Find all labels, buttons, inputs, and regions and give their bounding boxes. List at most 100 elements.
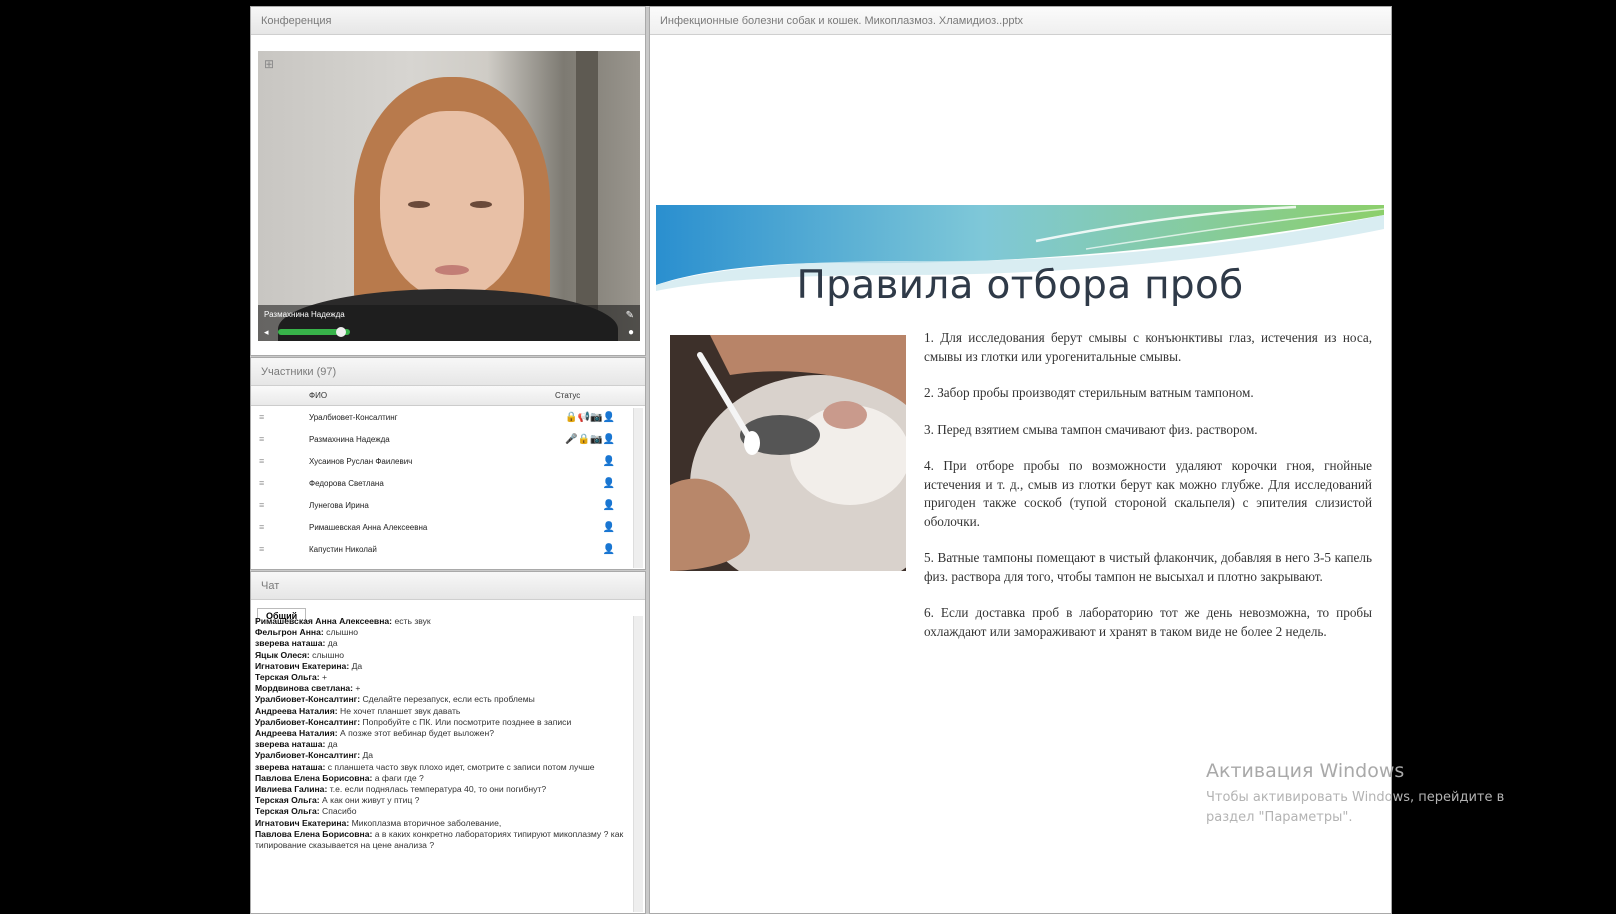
participants-title: Участники (97) <box>251 358 645 386</box>
chat-author: Андреева Наталия: <box>255 705 338 716</box>
chat-text: + <box>355 683 361 694</box>
windows-activation-watermark: Активация Windows Чтобы активировать Win… <box>1206 760 1504 828</box>
chat-panel: Чат Общий Римашевская Анна Алексеевна: е… <box>250 571 646 914</box>
watermark-title: Активация Windows <box>1206 760 1405 782</box>
presentation-file-title: Инфекционные болезни собак и кошек. Мико… <box>650 7 1391 35</box>
slide-item-1: 1. Для исследования берут смывы с конъюн… <box>924 330 1372 364</box>
expand-icon[interactable]: ⊞ <box>264 57 274 71</box>
chat-message: Игнатович Екатерина: Да <box>255 661 629 672</box>
table-row[interactable]: ≡ Римашевская Анна Алексеевна 👤 <box>251 516 645 538</box>
column-name[interactable]: ФИО <box>309 391 555 400</box>
chat-author: Уралбиовет-Консалтинг: <box>255 694 361 705</box>
conference-panel: Конференция ⊞ Размахнина Надежда ◂ ✎ ● <box>250 6 646 356</box>
participants-panel: Участники (97) ФИО Статус ≡ Уралбиовет-Ко… <box>250 357 646 570</box>
slide-item-5: 5. Ватные тампоны помещают в чистый флак… <box>924 550 1372 584</box>
chat-text: да <box>327 739 338 750</box>
table-row[interactable]: ≡ Уралбиовет-Консалтинг 🔒📢📷👤 <box>251 406 645 428</box>
row-handle-icon: ≡ <box>259 544 265 554</box>
participants-scrollbar[interactable] <box>633 408 643 568</box>
chat-message: Фельгрон Анна: слышно <box>255 627 629 638</box>
participant-status-icons[interactable]: 👤 <box>555 456 615 467</box>
chat-author: Терская Ольга: <box>255 806 320 817</box>
participant-status-icons[interactable]: 👤 <box>555 478 615 489</box>
chat-message: зверева наташа: да <box>255 638 629 649</box>
row-handle-icon: ≡ <box>259 456 265 466</box>
slide-item-2: 2. Забор пробы производят стерильным ват… <box>924 385 1254 400</box>
chat-author: Римашевская Анна Алексеевна: <box>255 616 393 626</box>
table-row[interactable]: ≡ Размахнина Надежда 🎤🔒📷👤 <box>251 428 645 450</box>
chat-message: Игнатович Екатерина: Микоплазма вторично… <box>255 818 629 829</box>
chat-author: Андреева Наталия: <box>255 728 338 739</box>
row-handle-icon: ≡ <box>259 478 265 488</box>
chat-text: Да <box>351 660 363 671</box>
table-row[interactable]: ≡ Федорова Светлана 👤 <box>251 472 645 494</box>
chat-message: Андреева Наталия: А позже этот вебинар б… <box>255 728 629 739</box>
chat-text: Спасибо <box>322 806 357 817</box>
chat-text: А как они живут у птиц ? <box>322 795 420 806</box>
speaker-volume-icon[interactable]: ◂ <box>264 327 269 338</box>
chat-message: Терская Ольга: + <box>255 672 629 683</box>
participant-name: Лунегова Ирина <box>309 500 369 510</box>
watermark-line: раздел "Параметры". <box>1206 810 1353 825</box>
video-background-door <box>576 51 598 341</box>
chat-author: зверева наташа: <box>255 761 326 772</box>
participant-status-icons[interactable]: 🎤🔒📷👤 <box>555 434 615 445</box>
chat-author: Павлова Елена Борисовна: <box>255 828 373 839</box>
participants-list: ≡ Уралбиовет-Консалтинг 🔒📢📷👤 ≡ Размахнина Н… <box>251 406 645 560</box>
chat-author: зверева наташа: <box>255 638 326 649</box>
camera-icon[interactable]: ● <box>628 327 634 338</box>
chat-author: Мордвинова светлана: <box>255 683 354 694</box>
chat-author: Ивлиева Галина: <box>255 784 328 795</box>
row-handle-icon: ≡ <box>259 500 265 510</box>
chat-text: Попробуйте с ПК. Или посмотрите позднее … <box>362 716 572 727</box>
chat-message: Павлова Елена Борисовна: а фаги где ? <box>255 773 629 784</box>
table-row[interactable]: ≡ Лунегова Ирина 👤 <box>251 494 645 516</box>
chat-message: Ивлиева Галина: т.е. если поднялась темп… <box>255 784 629 795</box>
chat-author: Игнатович Екатерина: <box>255 660 350 671</box>
chat-message: Яцык Олеся: слышно <box>255 650 629 661</box>
speaker-eye <box>470 201 492 208</box>
chat-text: Микоплазма вторичное заболевание, <box>351 817 502 828</box>
chat-text: есть звук <box>394 616 431 626</box>
volume-slider-handle[interactable] <box>336 327 346 337</box>
participant-status-icons[interactable]: 👤 <box>555 500 615 511</box>
watermark-line: Чтобы активировать Windows, перейдите в <box>1206 790 1505 805</box>
slide: Правила отбора проб 1. Для исследования … <box>656 205 1384 747</box>
chat-message: Терская Ольга: А как они живут у птиц ? <box>255 795 629 806</box>
chat-text: слышно <box>312 649 345 660</box>
chat-text: А позже этот вебинар будет выложен? <box>339 728 494 739</box>
chat-author: зверева наташа: <box>255 739 326 750</box>
video-feed[interactable]: ⊞ Размахнина Надежда ◂ ✎ ● <box>258 51 640 341</box>
participant-status-icons[interactable]: 👤 <box>555 522 615 533</box>
chat-message: зверева наташа: с планшета часто звук пл… <box>255 762 629 773</box>
participant-name: Хусаинов Руслан Фаилевич <box>309 456 413 466</box>
chat-text: т.е. если поднялась температура 40, то о… <box>329 784 547 795</box>
chat-text: Да <box>362 750 374 761</box>
participant-status-icons[interactable]: 🔒📢📷👤 <box>555 412 615 423</box>
table-row[interactable]: ≡ Капустин Николай 👤 <box>251 538 645 560</box>
chat-text: слышно <box>326 627 359 638</box>
speaker-mouth <box>435 265 469 275</box>
chat-message: Терская Ольга: Спасибо <box>255 806 629 817</box>
chat-log[interactable]: Римашевская Анна Алексеевна: есть звук Фе… <box>255 616 629 912</box>
slide-body: 1. Для исследования берут смывы с конъюн… <box>924 329 1372 659</box>
pin-icon[interactable]: ✎ <box>626 310 634 321</box>
chat-text: а фаги где ? <box>374 772 424 783</box>
row-handle-icon: ≡ <box>259 522 265 532</box>
participant-name: Размахнина Надежда <box>309 434 390 444</box>
chat-message: Павлова Елена Борисовна: а в каких конкр… <box>255 829 629 851</box>
chat-author: Фельгрон Анна: <box>255 627 324 638</box>
chat-scrollbar[interactable] <box>633 616 643 912</box>
chat-message: Уралбиовет-Консалтинг: Попробуйте с ПК. … <box>255 717 629 728</box>
chat-message: Римашевская Анна Алексеевна: есть звук <box>255 616 629 627</box>
slide-item-3: 3. Перед взятием смыва тампон смачивают … <box>924 421 1258 437</box>
participant-status-icons[interactable]: 👤 <box>555 544 615 555</box>
chat-message: Уралбиовет-Консалтинг: Сделайте перезапу… <box>255 694 629 705</box>
chat-text: Сделайте перезапуск, если есть проблемы <box>362 694 535 705</box>
chat-author: Уралбиовет-Консалтинг: <box>255 750 361 761</box>
column-status[interactable]: Статус <box>555 391 625 400</box>
chat-author: Павлова Елена Борисовна: <box>255 772 373 783</box>
chat-author: Терская Ольга: <box>255 795 320 806</box>
chat-message: Андреева Наталия: Не хочет планшет звук … <box>255 706 629 717</box>
table-row[interactable]: ≡ Хусаинов Руслан Фаилевич 👤 <box>251 450 645 472</box>
